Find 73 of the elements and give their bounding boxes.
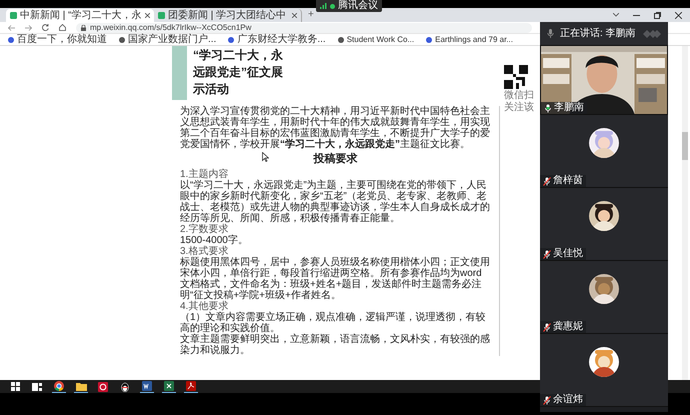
qr-caption: 微信扫 bbox=[504, 90, 534, 102]
status-dot-icon bbox=[330, 4, 335, 8]
section-label: 4.其他要求 bbox=[180, 301, 228, 312]
qr-code-icon bbox=[504, 64, 528, 90]
restore-icon[interactable] bbox=[654, 12, 661, 18]
bookmark-link[interactable]: 百度一下，你就知道 bbox=[17, 34, 107, 44]
bookmark-link[interactable]: Student Work Co... bbox=[346, 36, 414, 44]
close-icon[interactable] bbox=[292, 13, 297, 18]
taskbar-button[interactable] bbox=[8, 380, 22, 393]
wechat-icon bbox=[10, 12, 17, 19]
participant-tile[interactable]: 余谊炜 bbox=[540, 334, 668, 407]
section-label: 1.主题内容 bbox=[180, 169, 228, 180]
bookmark-icon bbox=[228, 36, 234, 42]
participant-tile[interactable]: 李鹏南 bbox=[540, 45, 668, 115]
chevron-down-icon[interactable] bbox=[613, 13, 619, 17]
browser-tab[interactable]: 中新新闻 | “学习二十大，永 bbox=[6, 9, 154, 22]
mic-icon bbox=[544, 104, 552, 112]
bookmark-icon bbox=[338, 36, 344, 42]
qr-caption: 关注该 bbox=[504, 102, 534, 114]
signal-icon bbox=[320, 3, 327, 9]
speaker-label: 正在讲话: 李鹏南 bbox=[560, 28, 636, 38]
windows-icon[interactable] bbox=[10, 382, 20, 391]
new-tab-button[interactable]: + bbox=[308, 10, 314, 20]
muted-mic-icon bbox=[543, 176, 551, 186]
taskbar-button[interactable] bbox=[118, 380, 132, 393]
name-tag: 李鹏南 bbox=[541, 102, 587, 114]
body-paragraph: （1）文章内容需要立场正确，观点准确，逻辑严谨，说理透彻，有较高的理论和实践价值。 bbox=[180, 312, 486, 334]
body-paragraph: 1500-4000字。 bbox=[180, 235, 249, 246]
scrollbar[interactable] bbox=[682, 46, 688, 380]
name-tag: 詹梓茵 bbox=[540, 175, 586, 187]
tab-title: 团委新闻 | 学习大团结心中 bbox=[168, 10, 286, 20]
logo-icon bbox=[643, 30, 661, 38]
mic-icon bbox=[547, 29, 554, 38]
close-icon[interactable] bbox=[675, 12, 682, 18]
participant-tile[interactable]: 吴佳悦 bbox=[540, 188, 668, 261]
body-paragraph: 标题使用黑体四号，居中，参赛人员班级名称使用楷体小四；正文使用宋体小四，单倍行距，每段首行缩进两空格。所有参赛作品均为word文档格式，文件命名为：班级+姓名+题目，发送邮件时主题需务必注明“征文投稿+学院+班级+作者姓名。 bbox=[180, 257, 491, 301]
wechat-icon bbox=[158, 12, 165, 19]
bookmark-icon bbox=[426, 36, 432, 42]
tab-title: 中新新闻 | “学习二十大，永 bbox=[20, 10, 142, 20]
section-label: 3.格式要求 bbox=[180, 246, 230, 257]
bookmark-link[interactable]: Earthlings and 79 ar... bbox=[435, 36, 513, 44]
forward-arrow-icon[interactable] bbox=[25, 24, 32, 30]
muted-mic-icon bbox=[543, 250, 551, 258]
name-tag: 余谊炜 bbox=[540, 394, 586, 406]
participant-tile[interactable]: 詹梓茵 bbox=[540, 115, 668, 188]
address-bar[interactable]: mp.weixin.qq.com/s/5dk7lrIkw--XcCO5cn1Pw bbox=[76, 22, 532, 32]
bookmark-icon bbox=[8, 36, 14, 42]
accent-bar bbox=[172, 46, 187, 100]
minimize-icon[interactable] bbox=[633, 14, 640, 16]
bookmark-link[interactable]: 广东财经大学教务... bbox=[237, 34, 326, 44]
participant-tile[interactable]: 龚惠妮 bbox=[540, 261, 668, 334]
cursor-icon bbox=[262, 152, 269, 162]
name-tag: 龚惠妮 bbox=[540, 321, 586, 333]
section-heading: 投稿要求 bbox=[314, 153, 358, 166]
penguin-icon[interactable] bbox=[121, 382, 129, 392]
taskbar-button[interactable] bbox=[30, 380, 44, 393]
name-tag: 吴佳悦 bbox=[540, 248, 586, 260]
back-arrow-icon[interactable] bbox=[8, 24, 15, 30]
home-icon[interactable] bbox=[59, 24, 66, 31]
bookmark-link[interactable]: 国家产业数据门户... bbox=[128, 34, 216, 44]
task-view-icon[interactable] bbox=[32, 382, 42, 390]
bookmark-icon bbox=[119, 36, 125, 42]
intro-paragraph: 为深入学习宣传贯彻党的二十大精神，用习近平新时代中国特色社会主义思想武装青年学生，用新时代十年的伟大成就鼓舞青年学生，用实现第二个百年奋斗目标的宏伟蓝图激励青年学生，不断提升广大学子的爱党爱国情怀，学校开展“学习二十大，永远跟党走”主题征文比赛。 bbox=[180, 106, 491, 150]
close-icon[interactable] bbox=[145, 13, 150, 18]
muted-mic-icon bbox=[543, 396, 551, 404]
body-paragraph: 以“学习二十大，永远跟党走”为主题，主要可围绕在党的带领下，人民眼中的家乡新时代新变化，家乡“五老”（老党员、老专家、老教师、老战士、老模范）或先进人物的典型事迹访谈，学生本人自身成长成才的经历等所见、所闻、所感，积极传播青春正能量。 bbox=[180, 180, 491, 224]
muted-mic-icon bbox=[543, 322, 551, 332]
reload-icon[interactable] bbox=[42, 24, 49, 31]
body-paragraph: 文章主题需要鲜明突出，立意新颖，语言流畅，文风朴实，有较强的感染力和说服力。 bbox=[180, 334, 491, 356]
lock-icon bbox=[81, 24, 86, 30]
scrollbar-thumb[interactable] bbox=[682, 132, 688, 160]
article-title: “学习二十大，永远跟党走”征文展示活动 bbox=[193, 47, 284, 98]
section-label: 2.字数要求 bbox=[180, 224, 228, 235]
